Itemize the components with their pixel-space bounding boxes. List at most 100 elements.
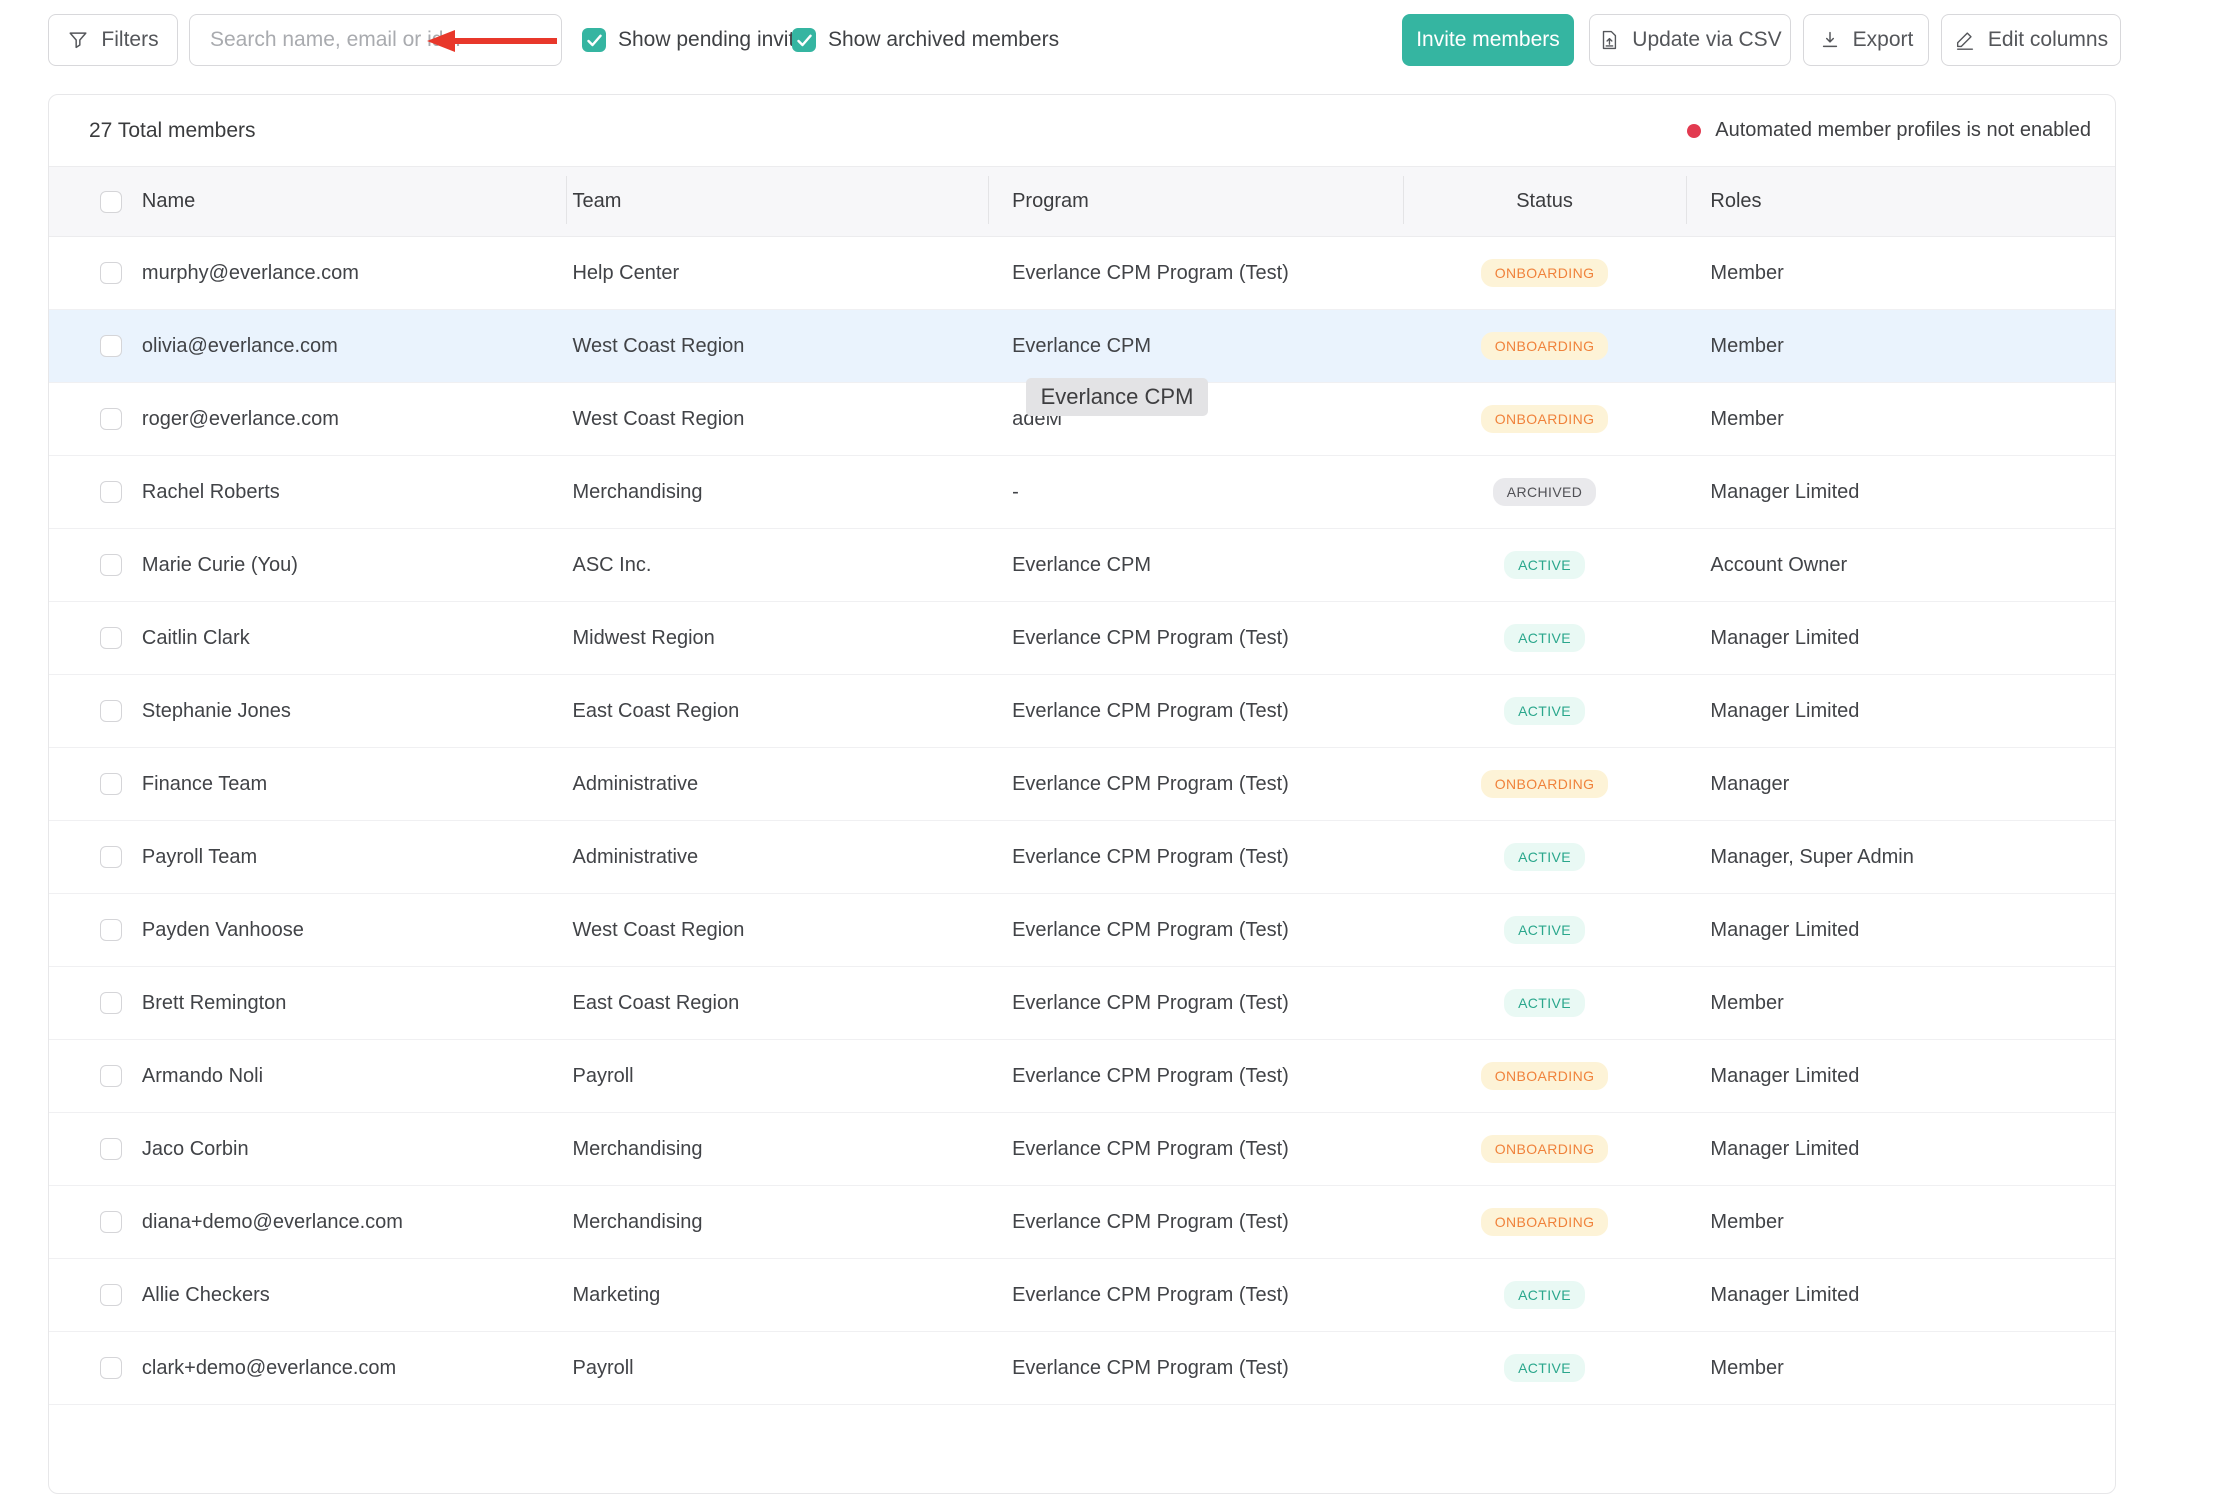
member-name: Jaco Corbin [138, 1138, 567, 1161]
table-row[interactable]: Stephanie JonesEast Coast RegionEverlanc… [49, 675, 2115, 748]
row-checkbox[interactable] [100, 846, 122, 868]
member-status-cell: ACTIVE [1403, 843, 1687, 871]
member-name: Payroll Team [138, 846, 567, 869]
table-row[interactable]: olivia@everlance.comWest Coast RegionEve… [49, 310, 2115, 383]
column-header-status: Status [1403, 190, 1687, 213]
table-row[interactable]: murphy@everlance.comHelp CenterEverlance… [49, 237, 2115, 310]
show-pending-invites-checkbox[interactable]: Show pending invites [582, 28, 816, 52]
row-checkbox[interactable] [100, 1211, 122, 1233]
table-row[interactable]: Brett RemingtonEast Coast RegionEverlanc… [49, 967, 2115, 1040]
table-row[interactable]: Marie Curie (You)ASC Inc.Everlance CPMAC… [49, 529, 2115, 602]
update-via-csv-label: Update via CSV [1632, 28, 1781, 52]
row-checkbox-cell [49, 992, 138, 1014]
member-team: Merchandising [566, 1211, 988, 1234]
table-row[interactable]: Armando NoliPayrollEverlance CPM Program… [49, 1040, 2115, 1113]
member-team: Help Center [566, 262, 988, 285]
member-program: Everlance CPM [988, 554, 1403, 577]
member-team: Payroll [566, 1065, 988, 1088]
table-row[interactable]: clark+demo@everlance.comPayrollEverlance… [49, 1332, 2115, 1405]
member-program: Everlance CPM Program (Test) [988, 919, 1403, 942]
member-team: West Coast Region [566, 335, 988, 358]
status-badge: ONBOARDING [1481, 770, 1609, 798]
member-name: Allie Checkers [138, 1284, 567, 1307]
pencil-icon [1954, 29, 1976, 51]
row-checkbox-cell [49, 1284, 138, 1306]
member-roles: Member [1686, 1211, 2115, 1234]
member-status-cell: ONBOARDING [1403, 405, 1687, 433]
edit-columns-button[interactable]: Edit columns [1941, 14, 2121, 66]
members-card: 27 Total members Automated member profil… [48, 94, 2116, 1494]
row-checkbox[interactable] [100, 481, 122, 503]
member-roles: Member [1686, 992, 2115, 1015]
status-badge: ONBOARDING [1481, 332, 1609, 360]
member-team: Payroll [566, 1357, 988, 1380]
row-checkbox[interactable] [100, 554, 122, 576]
row-checkbox[interactable] [100, 1138, 122, 1160]
status-badge: ACTIVE [1504, 697, 1585, 725]
member-roles: Manager Limited [1686, 1065, 2115, 1088]
member-status-cell: ONBOARDING [1403, 259, 1687, 287]
select-all-checkbox[interactable] [100, 191, 122, 213]
member-program: Everlance CPM Program (Test) [988, 1065, 1403, 1088]
invite-members-button[interactable]: Invite members [1402, 14, 1574, 66]
download-icon [1819, 29, 1841, 51]
row-checkbox[interactable] [100, 992, 122, 1014]
member-team: Merchandising [566, 1138, 988, 1161]
member-team: West Coast Region [566, 919, 988, 942]
show-archived-members-checkbox[interactable]: Show archived members [792, 28, 1059, 52]
row-checkbox[interactable] [100, 627, 122, 649]
member-name: Brett Remington [138, 992, 567, 1015]
row-checkbox[interactable] [100, 700, 122, 722]
row-checkbox[interactable] [100, 1284, 122, 1306]
checkbox-checked[interactable] [792, 28, 816, 52]
table-row[interactable]: Jaco CorbinMerchandisingEverlance CPM Pr… [49, 1113, 2115, 1186]
member-roles: Manager Limited [1686, 1284, 2115, 1307]
table-row[interactable]: diana+demo@everlance.comMerchandisingEve… [49, 1186, 2115, 1259]
row-checkbox[interactable] [100, 1357, 122, 1379]
member-roles: Manager Limited [1686, 481, 2115, 504]
status-badge: ONBOARDING [1481, 1062, 1609, 1090]
member-status-cell: ACTIVE [1403, 1281, 1687, 1309]
member-status-cell: ARCHIVED [1403, 478, 1687, 506]
status-badge: ACTIVE [1504, 1354, 1585, 1382]
member-status-cell: ACTIVE [1403, 697, 1687, 725]
table-row[interactable]: Finance TeamAdministrativeEverlance CPM … [49, 748, 2115, 821]
member-program: Everlance CPM Program (Test) [988, 1138, 1403, 1161]
member-name: Finance Team [138, 773, 567, 796]
status-badge: ACTIVE [1504, 1281, 1585, 1309]
automated-profiles-notice: Automated member profiles is not enabled [1687, 95, 2091, 166]
edit-columns-label: Edit columns [1988, 28, 2108, 52]
member-name: olivia@everlance.com [138, 335, 567, 358]
row-checkbox[interactable] [100, 408, 122, 430]
row-checkbox-cell [49, 408, 138, 430]
row-checkbox[interactable] [100, 335, 122, 357]
filters-button[interactable]: Filters [48, 14, 178, 66]
row-checkbox[interactable] [100, 773, 122, 795]
member-status-cell: ACTIVE [1403, 989, 1687, 1017]
member-program: Everlance CPM Program (Test) [988, 262, 1403, 285]
table-row[interactable]: Payden VanhooseWest Coast RegionEverlanc… [49, 894, 2115, 967]
row-checkbox-cell [49, 262, 138, 284]
table-row[interactable]: Rachel RobertsMerchandising-ARCHIVEDMana… [49, 456, 2115, 529]
program-tooltip: Everlance CPM [1026, 378, 1208, 416]
filter-funnel-icon [67, 29, 89, 51]
search-input[interactable] [189, 14, 562, 66]
update-via-csv-button[interactable]: Update via CSV [1589, 14, 1791, 66]
total-members-count: 27 Total members [89, 119, 256, 143]
status-badge: ACTIVE [1504, 916, 1585, 944]
table-row[interactable]: Payroll TeamAdministrativeEverlance CPM … [49, 821, 2115, 894]
checkbox-checked[interactable] [582, 28, 606, 52]
member-status-cell: ONBOARDING [1403, 770, 1687, 798]
member-roles: Member [1686, 262, 2115, 285]
member-program: Everlance CPM Program (Test) [988, 1357, 1403, 1380]
row-checkbox[interactable] [100, 1065, 122, 1087]
export-button[interactable]: Export [1803, 14, 1929, 66]
row-checkbox-cell [49, 554, 138, 576]
table-row[interactable]: Caitlin ClarkMidwest RegionEverlance CPM… [49, 602, 2115, 675]
table-row[interactable]: Allie CheckersMarketingEverlance CPM Pro… [49, 1259, 2115, 1332]
member-roles: Member [1686, 408, 2115, 431]
member-team: Midwest Region [566, 627, 988, 650]
row-checkbox[interactable] [100, 919, 122, 941]
row-checkbox[interactable] [100, 262, 122, 284]
member-team: Merchandising [566, 481, 988, 504]
